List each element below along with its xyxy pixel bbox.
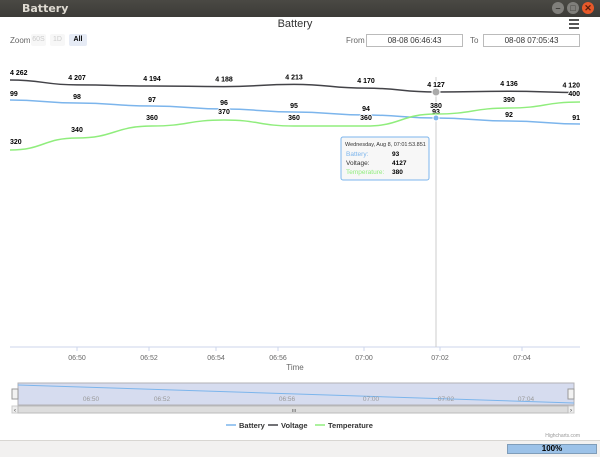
title-bar[interactable]: Battery – □ ✕ bbox=[0, 0, 600, 17]
progress-bar: 100% bbox=[507, 444, 597, 454]
tooltip-row-label: Voltage: bbox=[346, 160, 370, 167]
x-tick-label: 07:00 bbox=[355, 355, 373, 362]
x-tick-label: 07:04 bbox=[513, 355, 531, 362]
navigator-left-handle bbox=[11, 388, 19, 400]
data-label-temperature: 320 bbox=[10, 139, 22, 146]
x-tick-label: 06:56 bbox=[269, 355, 287, 362]
data-label-temperature: 360 bbox=[146, 115, 158, 122]
legend-item-temperature: Temperature bbox=[328, 421, 373, 430]
tooltip-header: Wednesday, Aug 8, 07:01:53.851 bbox=[345, 142, 426, 148]
series-line-voltage bbox=[9, 79, 581, 94]
minimize-button[interactable]: – bbox=[552, 2, 564, 14]
data-label-voltage: 4 170 bbox=[357, 78, 375, 85]
credits-link: Highcharts.com bbox=[545, 433, 580, 439]
data-label-voltage: 4 194 bbox=[143, 76, 161, 83]
x-axis-title: Time bbox=[286, 363, 304, 372]
hover-marker-voltage bbox=[431, 87, 441, 97]
data-label-voltage: 4 120 bbox=[562, 83, 580, 90]
scroll-right-arrow: › bbox=[570, 408, 572, 414]
data-label-temperature: 370 bbox=[218, 109, 230, 116]
scroll-left-arrow: ‹ bbox=[14, 408, 16, 414]
maximize-button[interactable]: □ bbox=[567, 2, 579, 14]
close-button[interactable]: ✕ bbox=[582, 2, 594, 14]
data-label-temperature: 340 bbox=[71, 127, 83, 134]
chart-container: Battery Zoom 60S 1D All From 08-08 06:46… bbox=[0, 17, 600, 457]
data-label-temperature: 390 bbox=[503, 97, 515, 104]
navigator-tick-label: 07:04 bbox=[518, 396, 535, 403]
data-label-battery: 99 bbox=[10, 91, 18, 98]
x-tick-label: 06:50 bbox=[68, 355, 86, 362]
navigator-tick-label: 06:50 bbox=[83, 396, 100, 403]
data-label-temperature: 360 bbox=[360, 115, 372, 122]
window-title: Battery bbox=[22, 2, 69, 15]
progress-text: 100% bbox=[541, 444, 563, 453]
tooltip-row-label: Temperature: bbox=[346, 169, 384, 176]
x-tick-label: 06:54 bbox=[207, 355, 225, 362]
hover-marker-battery bbox=[432, 114, 440, 122]
x-tick-label: 06:52 bbox=[140, 355, 158, 362]
navigator-tick-label: 07:02 bbox=[438, 396, 455, 403]
data-label-battery: 97 bbox=[148, 97, 156, 104]
data-label-voltage: 4 262 bbox=[10, 70, 28, 77]
data-label-battery: 94 bbox=[362, 106, 370, 113]
data-label-battery: 95 bbox=[290, 103, 298, 110]
x-tick-label: 07:02 bbox=[431, 355, 449, 362]
data-label-temperature: 360 bbox=[288, 115, 300, 122]
data-label-battery: 96 bbox=[220, 100, 228, 107]
tooltip-row-value: 4127 bbox=[392, 160, 407, 167]
navigator-tick-label: 06:52 bbox=[154, 396, 171, 403]
data-label-voltage: 4 213 bbox=[285, 74, 303, 81]
legend-item-voltage: Voltage bbox=[281, 421, 308, 430]
data-label-battery: 91 bbox=[572, 115, 580, 122]
tooltip-row-value: 93 bbox=[392, 151, 400, 158]
navigator-tick-label: 07:00 bbox=[363, 396, 380, 403]
app-window: Battery – □ ✕ Battery Zoom 60S 1D All Fr… bbox=[0, 0, 600, 457]
data-label-battery: 92 bbox=[505, 112, 513, 119]
legend-item-battery: Battery bbox=[239, 421, 266, 430]
navigator-right-handle bbox=[567, 388, 575, 400]
navigator-tick-label: 06:56 bbox=[279, 396, 296, 403]
tooltip-row-value: 380 bbox=[392, 169, 403, 176]
data-label-temperature: 400 bbox=[568, 91, 580, 98]
line-chart[interactable]: 06:50 06:52 06:54 06:56 07:00 07:02 07:04 Time 4… bbox=[0, 17, 600, 440]
window-controls: – □ ✕ bbox=[552, 2, 594, 14]
data-label-voltage: 4 207 bbox=[68, 75, 86, 82]
data-label-voltage: 4 136 bbox=[500, 81, 518, 88]
scroll-grip-icon: III bbox=[292, 408, 296, 413]
data-label-temperature: 380 bbox=[430, 103, 442, 110]
tooltip-row-label: Battery: bbox=[346, 151, 369, 158]
data-label-battery: 98 bbox=[73, 94, 81, 101]
data-label-voltage: 4 188 bbox=[215, 77, 233, 84]
